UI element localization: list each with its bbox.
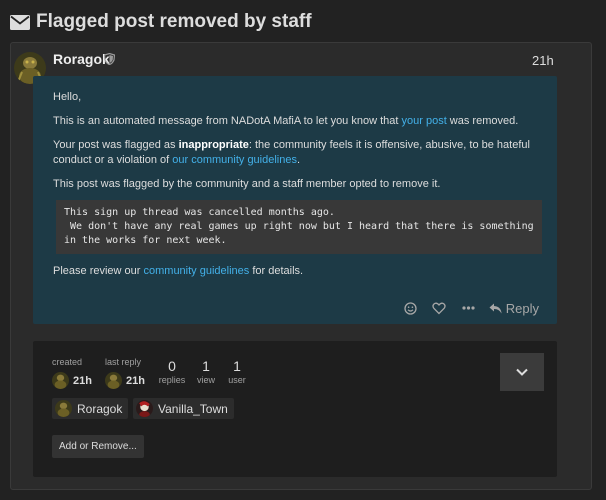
flag-type: inappropriate bbox=[178, 139, 249, 151]
greeting-text: Hello, bbox=[53, 91, 82, 103]
participant-name: Vanilla_Town bbox=[158, 401, 228, 416]
chevron-down-icon bbox=[516, 368, 528, 376]
views-label: view bbox=[196, 375, 215, 385]
reply-icon bbox=[489, 303, 502, 313]
guidelines-link[interactable]: our community guidelines bbox=[172, 154, 297, 166]
avatar bbox=[136, 400, 153, 417]
shield-icon bbox=[104, 53, 115, 65]
participant-roragok[interactable]: Roragok bbox=[52, 398, 129, 419]
your-post-link[interactable]: your post bbox=[402, 115, 447, 127]
more-actions-button[interactable] bbox=[454, 298, 483, 318]
replies-count: 0 bbox=[168, 358, 176, 374]
add-or-remove-button[interactable]: Add or Remove... bbox=[52, 435, 144, 458]
quoted-post-code: This sign up thread was cancelled months… bbox=[56, 200, 542, 254]
last-reply-value: 21h bbox=[126, 374, 145, 387]
post-date[interactable]: 21h bbox=[532, 53, 554, 68]
views-count: 1 bbox=[202, 358, 210, 374]
review-text: Please review our community guidelines f… bbox=[53, 265, 304, 277]
users-label: user bbox=[228, 375, 246, 385]
replies-label: replies bbox=[158, 375, 186, 385]
community-guidelines-link[interactable]: community guidelines bbox=[144, 265, 250, 277]
smiley-icon bbox=[404, 301, 417, 315]
topic-map: created 21h last reply 21h 0 replies 1 v… bbox=[33, 341, 557, 477]
users-count: 1 bbox=[233, 358, 241, 374]
reply-button[interactable]: Reply bbox=[489, 301, 539, 316]
avatar bbox=[52, 372, 69, 389]
views-stat: 1 view bbox=[193, 358, 219, 385]
avatar bbox=[105, 372, 122, 389]
avatar bbox=[55, 400, 72, 417]
emoji-reaction-button[interactable] bbox=[396, 298, 425, 318]
ellipsis-icon bbox=[462, 306, 475, 310]
users-stat: 1 user bbox=[224, 358, 250, 385]
expand-topic-map-button[interactable] bbox=[500, 353, 544, 391]
community-removal-text: This post was flagged by the community a… bbox=[53, 178, 441, 190]
flag-reason-text: Your post was flagged as inappropriate: … bbox=[53, 139, 530, 166]
topic-title-bar: Flagged post removed by staff bbox=[10, 8, 312, 36]
post-username[interactable]: Roragok bbox=[53, 51, 110, 67]
post-actions: Reply bbox=[396, 298, 539, 318]
participant-vanilla-town[interactable]: Vanilla_Town bbox=[133, 398, 234, 419]
participant-name: Roragok bbox=[77, 401, 123, 416]
envelope-icon bbox=[10, 14, 30, 30]
replies-stat: 0 replies bbox=[157, 358, 187, 385]
reply-label: Reply bbox=[505, 300, 539, 316]
page-title: Flagged post removed by staff bbox=[36, 11, 312, 32]
created-value: 21h bbox=[73, 374, 92, 387]
post-body: Hello, This is an automated message from… bbox=[33, 76, 557, 324]
automated-message-text: This is an automated message from NADotA… bbox=[53, 115, 519, 127]
created-label: created bbox=[52, 357, 83, 367]
like-button[interactable] bbox=[425, 298, 454, 318]
last-reply-label: last reply bbox=[105, 357, 142, 367]
heart-icon bbox=[432, 302, 446, 314]
